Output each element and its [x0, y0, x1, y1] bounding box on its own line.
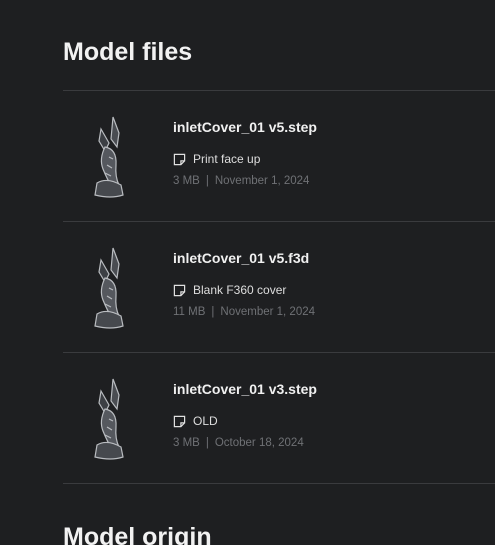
model-thumbnail-icon [94, 116, 124, 198]
file-meta: 3 MB | October 18, 2024 [173, 437, 304, 449]
file-size: 11 MB [173, 306, 206, 318]
file-name[interactable]: inletCover_01 v5.f3d [173, 250, 309, 266]
file-note-text: OLD [193, 414, 218, 428]
note-icon [173, 284, 186, 296]
note-icon [173, 415, 186, 427]
file-size: 3 MB [173, 175, 200, 187]
model-files-heading: Model files [63, 38, 193, 66]
file-date: November 1, 2024 [220, 306, 316, 318]
file-row-1[interactable]: inletCover_01 v5.step Print face up 3 MB… [63, 91, 495, 221]
meta-separator: | [205, 175, 209, 187]
file-note-text: Print face up [193, 152, 261, 166]
model-origin-heading: Model origin [63, 523, 212, 545]
file-row-2[interactable]: inletCover_01 v5.f3d Blank F360 cover 11… [63, 222, 495, 352]
meta-separator: | [205, 437, 209, 449]
file-note: Blank F360 cover [173, 283, 286, 297]
model-files-page: Model files inletCover_01 v5.step Print … [0, 0, 495, 545]
file-note: Print face up [173, 152, 260, 166]
file-date: October 18, 2024 [214, 437, 304, 449]
model-thumbnail-icon [94, 378, 124, 460]
file-date: November 1, 2024 [214, 175, 310, 187]
model-thumbnail-icon [94, 247, 124, 329]
file-name[interactable]: inletCover_01 v5.step [173, 119, 317, 135]
note-icon [173, 153, 186, 165]
meta-separator: | [211, 306, 215, 318]
file-meta: 3 MB | November 1, 2024 [173, 175, 309, 187]
file-name[interactable]: inletCover_01 v3.step [173, 381, 317, 397]
file-row-3[interactable]: inletCover_01 v3.step OLD 3 MB | October 1… [63, 353, 495, 483]
file-note: OLD [173, 414, 218, 428]
divider [63, 483, 495, 484]
file-note-text: Blank F360 cover [193, 283, 287, 297]
file-meta: 11 MB | November 1, 2024 [173, 306, 315, 318]
file-size: 3 MB [173, 437, 200, 449]
